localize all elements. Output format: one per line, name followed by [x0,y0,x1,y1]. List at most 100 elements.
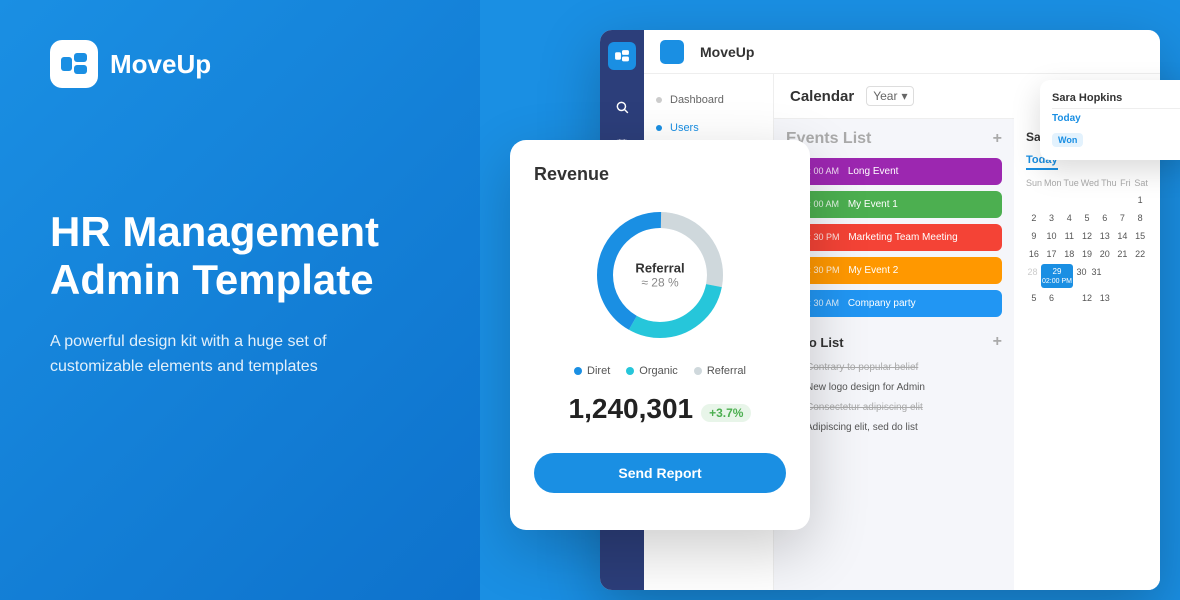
mini-cal-cell[interactable]: 14 [1115,228,1131,244]
mini-cal-cell[interactable] [1115,290,1131,306]
mini-cal-cell[interactable] [1026,192,1042,208]
send-report-button[interactable]: Send Report [534,453,786,493]
won-badge: Won [1052,133,1083,147]
hero-title: HR ManagementAdmin Template [50,208,430,305]
mini-cal-row-5: 5 6 12 13 [1026,290,1148,306]
mini-cal-cell[interactable]: 16 [1026,246,1042,262]
mini-cal-cell[interactable] [1135,264,1148,288]
mini-cal-cell[interactable]: 11 [1061,228,1077,244]
mini-cal-cell[interactable]: 3 [1044,210,1060,226]
todo-item-2[interactable]: ✓ Consectetur adipiscing elit [786,401,1002,413]
revenue-card: Revenue Referral ≈ 28 % Diret [510,140,810,530]
mini-cal-cell[interactable]: 5 [1026,290,1042,306]
mini-cal-cell[interactable]: 31 [1090,264,1103,288]
mini-calendar-col: Sara Hopkins Today Sun Mon Tue Wed Thu F… [1014,118,1160,590]
nav-dot-users [656,125,662,131]
mini-cal-cell[interactable]: 13 [1097,290,1113,306]
event-label-0: Long Event [848,166,899,177]
mini-cal-cell[interactable]: 15 [1132,228,1148,244]
events-section-title: Events List + [786,130,1002,148]
mini-cal-row-1: 2 3 4 5 6 7 8 [1026,210,1148,226]
mini-cal-cell[interactable]: 30 [1075,264,1088,288]
donut-center-label: Referral [635,261,684,276]
nav-dot-dashboard [656,97,662,103]
search-sidebar-icon[interactable] [613,98,631,116]
legend-dot-referral [694,367,702,375]
mini-cal-cell[interactable] [1044,192,1060,208]
mini-cal-cell[interactable]: 10 [1044,228,1060,244]
todo-text-3: Adipiscing elit, sed do list [806,422,918,433]
event-item-0[interactable]: 02 : 00 AM Long Event [786,158,1002,185]
mini-cal-row-4: 28 2902:00 PM 30 31 [1026,264,1148,288]
mini-cal-cell[interactable] [1132,290,1148,306]
mini-cal-cell[interactable]: 12 [1079,290,1095,306]
mini-cal-row-0: 1 [1026,192,1148,208]
events-col: Events List + 02 : 00 AM Long Event 09 :… [774,118,1014,590]
mini-cal-cell[interactable]: 18 [1061,246,1077,262]
mini-cal-cell[interactable] [1115,192,1131,208]
legend-item-referral: Referral [694,365,746,377]
event-item-2[interactable]: 05 : 30 PM Marketing Team Meeting [786,224,1002,251]
mini-cal-cell[interactable]: 8 [1132,210,1148,226]
hopkins-card: Sara Hopkins Today Won [1040,80,1180,160]
mini-cal-cell-event[interactable]: 2902:00 PM [1041,264,1073,288]
day-name-sun: Sun [1026,178,1042,188]
nav-dashboard[interactable]: Dashboard [644,86,773,114]
event-label-1: My Event 1 [848,199,898,210]
hero-subtitle: A powerful design kit with a huge set of… [50,329,410,380]
mini-cal-cell[interactable]: 9 [1026,228,1042,244]
day-name-fri: Fri [1119,178,1133,188]
add-event-button[interactable]: + [993,130,1002,148]
day-name-sat: Sat [1134,178,1148,188]
mini-cal-cell[interactable]: 17 [1044,246,1060,262]
legend-label-organic: Organic [639,365,678,377]
mini-cal-cell[interactable] [1061,290,1077,306]
mini-cal-cell[interactable]: 6 [1044,290,1060,306]
sidebar-logo [608,42,636,70]
donut-container: Referral ≈ 28 % [534,205,786,345]
mini-cal-cell[interactable] [1061,192,1077,208]
revenue-number-row: 1,240,301 +3.7% [534,393,786,433]
mini-cal-cell[interactable]: 20 [1097,246,1113,262]
mini-cal-cell[interactable] [1097,192,1113,208]
mini-cal-cell[interactable]: 7 [1115,210,1131,226]
mini-cal-cell[interactable]: 1 [1132,192,1148,208]
nav-label-users: Users [670,122,699,134]
mini-cal-cell[interactable]: 22 [1132,246,1148,262]
day-name-mon: Mon [1044,178,1062,188]
day-name-tue: Tue [1064,178,1079,188]
event-item-1[interactable]: 09 : 00 AM My Event 1 [786,191,1002,218]
hopkins-name: Sara Hopkins [1052,92,1180,104]
mini-cal-cell[interactable]: 13 [1097,228,1113,244]
mini-cal-cell[interactable]: 6 [1097,210,1113,226]
legend-dot-diret [574,367,582,375]
legend-dot-organic [626,367,634,375]
todo-item-0[interactable]: ✓ Contrary to popular belief [786,361,1002,373]
add-todo-button[interactable]: + [993,333,1002,351]
mini-cal-cell[interactable]: 21 [1115,246,1131,262]
mini-cal-cell[interactable]: 5 [1079,210,1095,226]
day-name-wed: Wed [1081,178,1099,188]
mini-cal-cell[interactable]: 12 [1079,228,1095,244]
calendar-title: Calendar [790,88,854,105]
event-label-2: Marketing Team Meeting [848,232,957,243]
mini-cal-cell[interactable]: 4 [1061,210,1077,226]
mini-cal-cell[interactable] [1120,264,1133,288]
mini-cal-cell[interactable]: 19 [1079,246,1095,262]
event-item-4[interactable]: 09 : 30 AM Company party [786,290,1002,317]
todo-item-3[interactable]: Adipiscing elit, sed do list [786,421,1002,433]
todo-item-1[interactable]: New logo design for Admin [786,381,1002,393]
mini-cal-cell[interactable] [1105,264,1118,288]
event-label-3: My Event 2 [848,265,898,276]
mini-cal-cell[interactable]: 28 [1026,264,1039,288]
mini-cal-cell[interactable]: 2 [1026,210,1042,226]
year-select[interactable]: Year ▾ [866,86,914,106]
legend-item-organic: Organic [626,365,678,377]
legend-label-diret: Diret [587,365,610,377]
hero-section: MoveUp HR ManagementAdmin Template A pow… [0,0,480,600]
event-item-3[interactable]: 02 : 30 PM My Event 2 [786,257,1002,284]
nav-users[interactable]: Users [644,114,773,142]
legend-item-diret: Diret [574,365,610,377]
mini-cal-cell[interactable] [1079,192,1095,208]
todo-text-0: Contrary to popular belief [806,362,918,373]
